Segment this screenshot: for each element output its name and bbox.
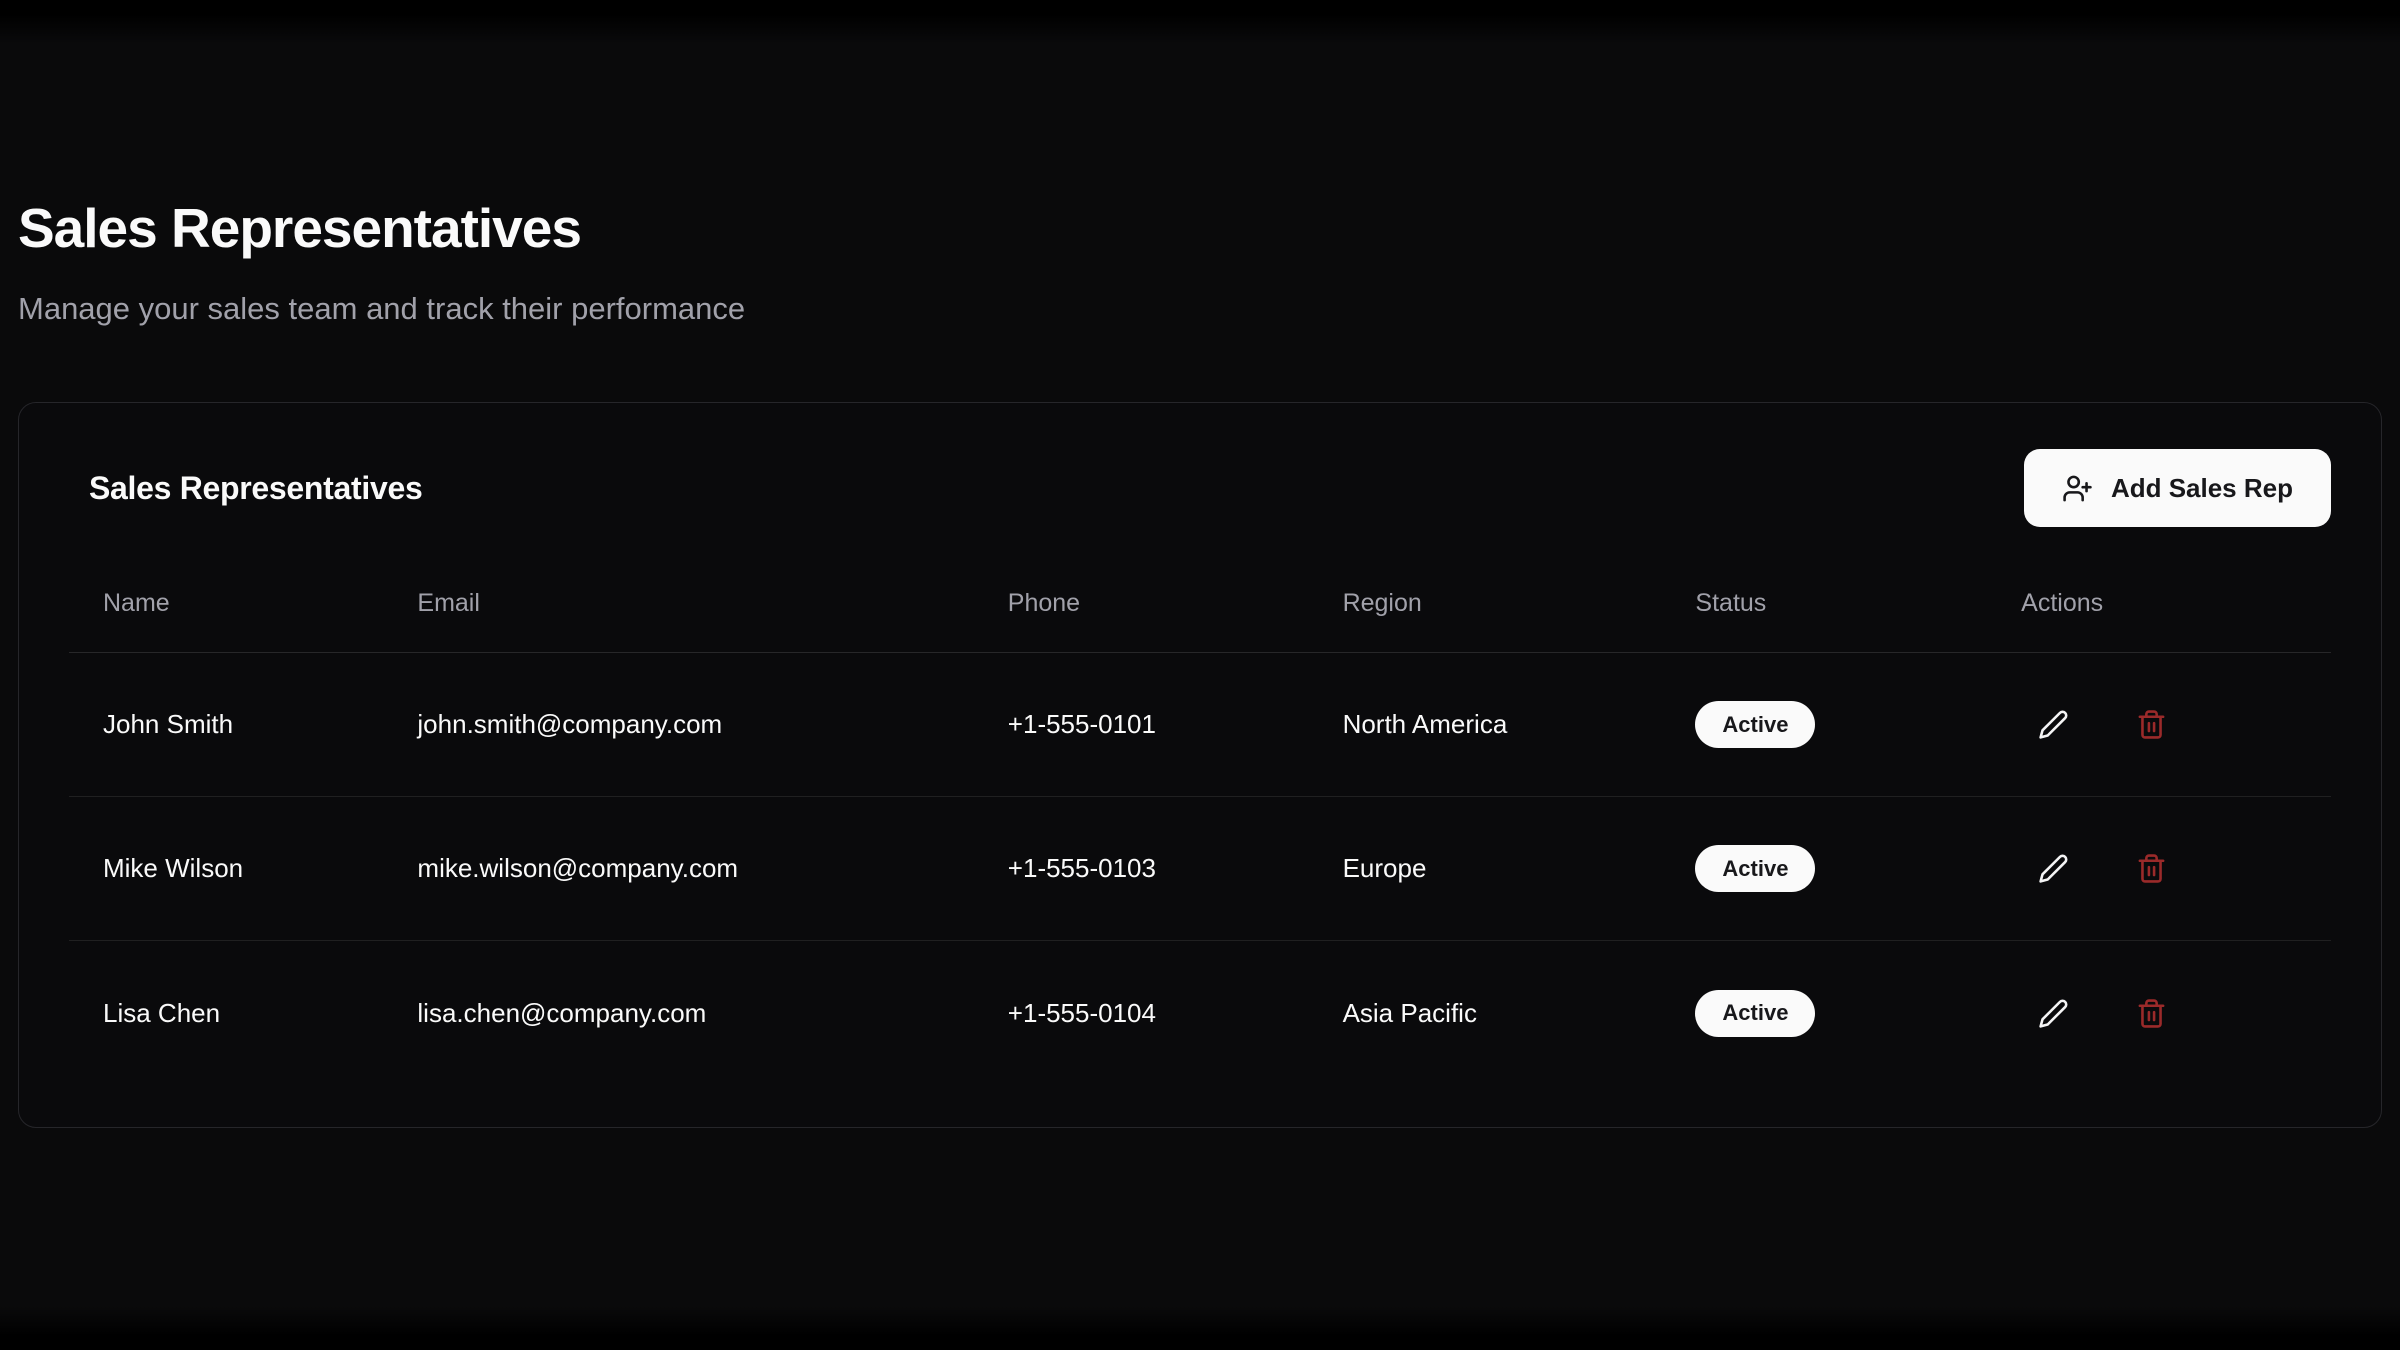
rep-email: john.smith@company.com: [383, 653, 973, 797]
rep-name: John Smith: [69, 653, 383, 797]
rep-email: mike.wilson@company.com: [383, 797, 973, 941]
status-badge: Active: [1695, 990, 1815, 1037]
page-subtitle: Manage your sales team and track their p…: [18, 287, 2382, 330]
rep-name: Mike Wilson: [69, 797, 383, 941]
user-plus-icon: [2062, 473, 2093, 504]
card-header: Sales Representatives Add Sales Rep: [69, 449, 2331, 527]
column-header-actions: Actions: [1987, 579, 2331, 653]
column-header-region: Region: [1309, 579, 1662, 653]
edit-button[interactable]: [2021, 693, 2085, 757]
rep-phone: +1-555-0103: [974, 797, 1309, 941]
sales-reps-table: Name Email Phone Region Status Actions J…: [69, 579, 2331, 1085]
page-title: Sales Representatives: [18, 195, 2382, 261]
pencil-icon: [2038, 998, 2069, 1029]
table-header-row: Name Email Phone Region Status Actions: [69, 579, 2331, 653]
table-row: John Smith john.smith@company.com +1-555…: [69, 653, 2331, 797]
rep-email: lisa.chen@company.com: [383, 941, 973, 1085]
card-title: Sales Representatives: [89, 470, 422, 507]
rep-region: Europe: [1309, 797, 1662, 941]
add-sales-rep-button[interactable]: Add Sales Rep: [2024, 449, 2331, 527]
rep-region: Asia Pacific: [1309, 941, 1662, 1085]
column-header-name: Name: [69, 579, 383, 653]
edit-button[interactable]: [2021, 981, 2085, 1045]
edit-button[interactable]: [2021, 837, 2085, 901]
trash-icon: [2136, 998, 2167, 1029]
status-badge: Active: [1695, 701, 1815, 748]
delete-button[interactable]: [2119, 981, 2183, 1045]
pencil-icon: [2038, 853, 2069, 884]
add-sales-rep-label: Add Sales Rep: [2111, 473, 2293, 504]
rep-name: Lisa Chen: [69, 941, 383, 1085]
table-body: John Smith john.smith@company.com +1-555…: [69, 653, 2331, 1085]
table-row: Mike Wilson mike.wilson@company.com +1-5…: [69, 797, 2331, 941]
rep-region: North America: [1309, 653, 1662, 797]
trash-icon: [2136, 853, 2167, 884]
trash-icon: [2136, 709, 2167, 740]
column-header-phone: Phone: [974, 579, 1309, 653]
delete-button[interactable]: [2119, 837, 2183, 901]
column-header-status: Status: [1661, 579, 1987, 653]
pencil-icon: [2038, 709, 2069, 740]
page: Sales Representatives Manage your sales …: [0, 0, 2400, 1128]
status-badge: Active: [1695, 845, 1815, 892]
sales-reps-card: Sales Representatives Add Sales Rep: [18, 402, 2382, 1128]
rep-phone: +1-555-0101: [974, 653, 1309, 797]
column-header-email: Email: [383, 579, 973, 653]
table-row: Lisa Chen lisa.chen@company.com +1-555-0…: [69, 941, 2331, 1085]
delete-button[interactable]: [2119, 693, 2183, 757]
rep-phone: +1-555-0104: [974, 941, 1309, 1085]
